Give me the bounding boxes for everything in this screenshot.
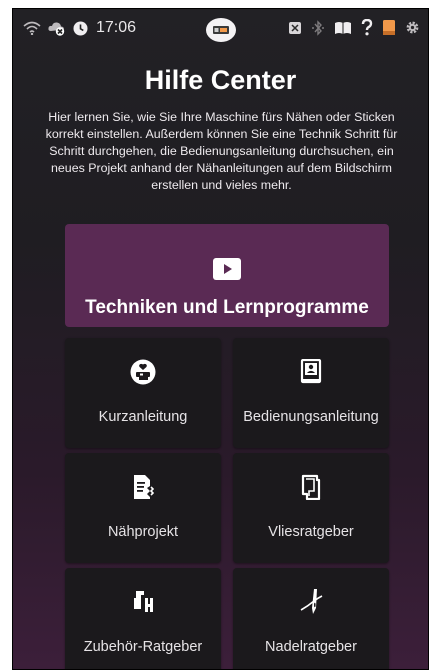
accessory-icon [131, 588, 155, 616]
quick-guide-tile[interactable]: Kurzanleitung [65, 338, 221, 448]
cloud-off-icon [47, 20, 67, 36]
stabilizer-guide-tile[interactable]: Vliesratgeber [233, 453, 389, 563]
wifi-icon [23, 21, 41, 35]
status-bar: 17:06 [13, 9, 428, 49]
stabilizer-icon [301, 473, 321, 501]
techniques-tutorials-label: Techniken und Lernprogramme [85, 297, 369, 318]
machine-indicator-icon [205, 17, 237, 43]
sewing-project-icon [132, 473, 154, 501]
status-right-group [288, 19, 420, 36]
manual-icon [300, 358, 322, 386]
needle-guide-tile[interactable]: Nadelratgeber [233, 568, 389, 669]
device-frame: 17:06 Hilfe Center Hier lernen Sie, wie … [0, 0, 441, 670]
stabilizer-guide-label: Vliesratgeber [268, 524, 354, 540]
sewing-project-label: Nähprojekt [107, 524, 179, 540]
status-time: 17:06 [96, 19, 137, 36]
quick-guide-icon [130, 358, 156, 386]
embroidery-icon[interactable] [288, 21, 302, 35]
needle-icon [298, 588, 324, 616]
sewing-project-tile[interactable]: Nähprojekt [65, 453, 221, 563]
book-icon[interactable] [334, 21, 352, 35]
color-icon[interactable] [382, 19, 396, 36]
status-left-group: 17:06 [23, 19, 136, 37]
help-center-screen: 17:06 Hilfe Center Hier lernen Sie, wie … [12, 8, 429, 670]
play-icon [213, 258, 241, 285]
accessory-guide-label: Zubehör-Ratgeber [83, 639, 203, 655]
user-manual-tile[interactable]: Bedienungsanleitung [233, 338, 389, 448]
needle-guide-label: Nadelratgeber [265, 639, 357, 655]
help-icon[interactable] [361, 19, 373, 36]
intro-text: Hier lernen Sie, wie Sie Ihre Maschine f… [45, 110, 398, 192]
bluetooth-icon[interactable] [311, 19, 325, 36]
techniques-tutorials-button[interactable]: Techniken und Lernprogramme [65, 224, 389, 327]
quick-guide-label: Kurzanleitung [98, 409, 188, 425]
settings-icon[interactable] [405, 20, 420, 35]
user-manual-label: Bedienungsanleitung [243, 409, 379, 425]
accessory-guide-tile[interactable]: Zubehör-Ratgeber [65, 568, 221, 669]
page-title: Hilfe Center [144, 65, 297, 95]
machine-indicator[interactable] [205, 17, 237, 48]
clock-icon [73, 21, 88, 36]
